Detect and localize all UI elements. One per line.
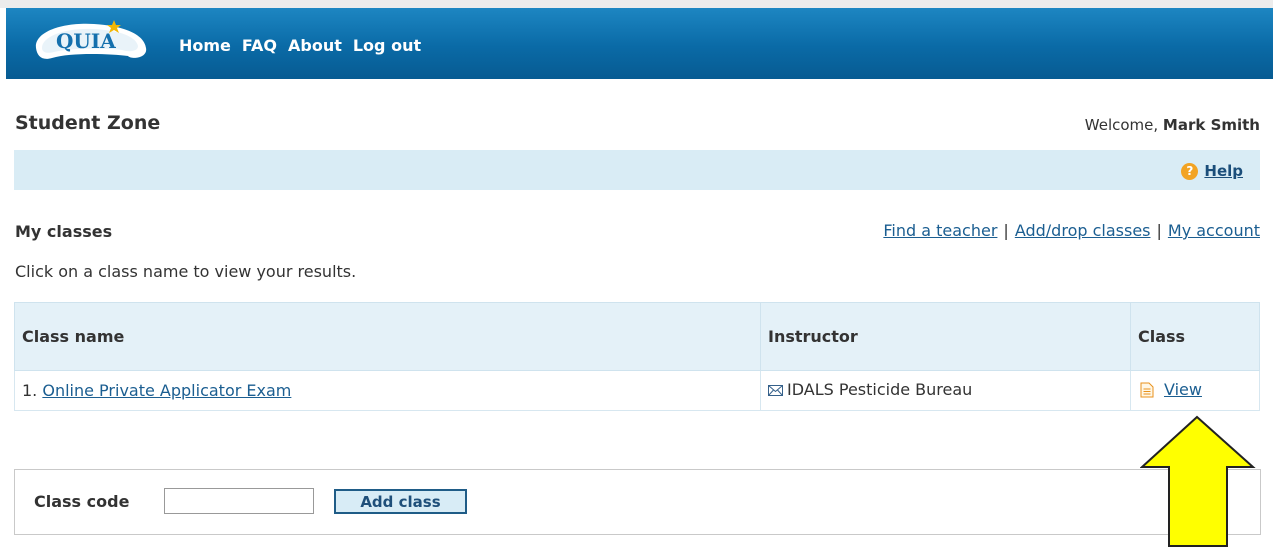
- classes-table: Class name Instructor Class 1. Online Pr…: [14, 302, 1260, 411]
- class-code-input[interactable]: [164, 488, 314, 514]
- my-account-link[interactable]: My account: [1168, 221, 1260, 240]
- quia-logo[interactable]: QUIA: [32, 18, 152, 64]
- link-separator: |: [1156, 221, 1162, 240]
- help-link-group[interactable]: ? Help: [1181, 162, 1243, 180]
- header-bar: QUIA Home FAQ About Log out: [6, 8, 1273, 79]
- row-number: 1.: [22, 381, 38, 400]
- question-icon[interactable]: ?: [1181, 162, 1199, 180]
- nav-about[interactable]: About: [288, 36, 342, 55]
- add-class-box: Class code Add class: [14, 469, 1261, 535]
- welcome-prefix: Welcome,: [1084, 116, 1163, 134]
- page-title: Student Zone: [15, 112, 161, 134]
- class-name-cell: 1. Online Private Applicator Exam: [14, 370, 761, 411]
- nav-faq[interactable]: FAQ: [242, 36, 277, 55]
- find-teacher-link[interactable]: Find a teacher: [883, 221, 997, 240]
- table-header-row: Class name Instructor Class: [14, 302, 1260, 371]
- link-separator: |: [1003, 221, 1009, 240]
- class-name-link[interactable]: Online Private Applicator Exam: [42, 381, 291, 400]
- top-strip: [0, 0, 1273, 8]
- main-nav: Home FAQ About Log out: [179, 36, 432, 55]
- nav-home[interactable]: Home: [179, 36, 231, 55]
- column-class: Class: [1130, 302, 1260, 371]
- account-links: Find a teacher | Add/drop classes | My accou…: [883, 221, 1260, 240]
- class-code-label: Class code: [34, 492, 130, 511]
- instructions-text: Click on a class name to view your resul…: [15, 262, 357, 281]
- column-instructor: Instructor: [760, 302, 1131, 371]
- instructor-cell: IDALS Pesticide Bureau: [760, 370, 1131, 411]
- user-name: Mark Smith: [1162, 116, 1260, 134]
- help-link[interactable]: Help: [1204, 162, 1243, 180]
- document-icon: [1140, 382, 1154, 402]
- logo-graphic: QUIA: [35, 20, 147, 59]
- my-classes-title: My classes: [15, 222, 113, 241]
- mail-icon[interactable]: [768, 382, 783, 401]
- column-class-name: Class name: [14, 302, 761, 371]
- table-row: 1. Online Private Applicator Exam IDALS …: [14, 370, 1260, 411]
- add-drop-classes-link[interactable]: Add/drop classes: [1015, 221, 1151, 240]
- class-action-cell: View: [1130, 370, 1260, 411]
- add-class-button[interactable]: Add class: [334, 489, 467, 514]
- welcome-message: Welcome, Mark Smith: [1085, 116, 1260, 134]
- logo-text: QUIA: [56, 29, 116, 53]
- view-class-link[interactable]: View: [1164, 380, 1202, 399]
- nav-logout[interactable]: Log out: [353, 36, 421, 55]
- annotation-arrow: [1140, 415, 1256, 547]
- instructor-name: IDALS Pesticide Bureau: [787, 380, 973, 399]
- help-bar: ? Help: [14, 150, 1260, 190]
